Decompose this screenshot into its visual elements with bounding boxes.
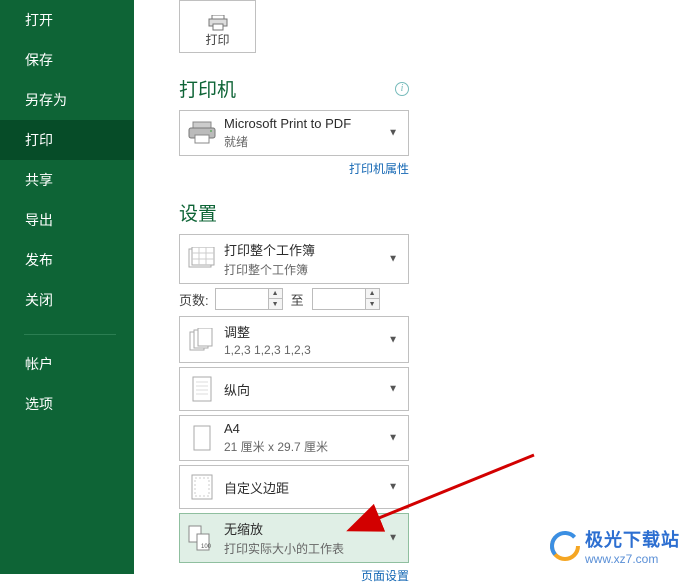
collation-dropdown[interactable]: 调整 1,2,3 1,2,3 1,2,3 ▼ (179, 316, 409, 363)
margins-icon (186, 471, 218, 503)
scaling-dropdown[interactable]: 100 无缩放 打印实际大小的工作表 ▼ (179, 513, 409, 563)
sidebar-item-save[interactable]: 保存 (0, 40, 134, 80)
printer-properties-link[interactable]: 打印机属性 (349, 162, 409, 176)
orientation-icon (186, 373, 218, 405)
chevron-down-icon: ▼ (388, 482, 398, 493)
margins-title: 自定义边距 (224, 478, 402, 497)
svg-text:100: 100 (201, 544, 212, 550)
pages-from-spinner[interactable]: ▲▼ (215, 288, 283, 310)
scope-sub: 打印整个工作簿 (224, 261, 402, 278)
pages-row: 页数: ▲▼ 至 ▲▼ (179, 288, 409, 310)
collate-sub: 1,2,3 1,2,3 1,2,3 (224, 343, 402, 357)
scope-title: 打印整个工作簿 (224, 240, 402, 259)
sidebar-item-account[interactable]: 帐户 (0, 344, 134, 384)
pages-to-input[interactable] (313, 289, 365, 309)
orientation-dropdown[interactable]: 纵向 ▼ (179, 367, 409, 411)
print-scope-icon (186, 243, 218, 275)
chevron-down-icon: ▼ (388, 533, 398, 544)
sidebar-item-share[interactable]: 共享 (0, 160, 134, 200)
printer-icon (207, 15, 229, 31)
paper-icon (186, 422, 218, 454)
printer-device-icon (186, 117, 218, 149)
info-icon[interactable]: i (395, 82, 409, 96)
print-panel: 打印 打印机 i Microsoft Print to PDF 就绪 ▼ 打印机… (134, 0, 684, 574)
pages-label: 页数: (179, 290, 209, 309)
backstage-sidebar: 打开 保存 另存为 打印 共享 导出 发布 关闭 帐户 选项 (0, 0, 134, 574)
sidebar-divider (24, 334, 116, 335)
paper-sub: 21 厘米 x 29.7 厘米 (224, 438, 402, 455)
print-button[interactable]: 打印 (179, 0, 256, 53)
spin-down-icon[interactable]: ▼ (365, 299, 379, 309)
spin-up-icon[interactable]: ▲ (268, 289, 282, 299)
scaling-sub: 打印实际大小的工作表 (224, 540, 402, 557)
watermark-name: 极光下载站 (585, 526, 680, 552)
paper-dropdown[interactable]: A4 21 厘米 x 29.7 厘米 ▼ (179, 415, 409, 461)
watermark-logo-icon (549, 530, 581, 562)
pages-to-spinner[interactable]: ▲▼ (312, 288, 380, 310)
printer-dropdown[interactable]: Microsoft Print to PDF 就绪 ▼ (179, 110, 409, 156)
chevron-down-icon: ▼ (388, 128, 398, 139)
section-title-printer: 打印机 (179, 75, 236, 102)
printer-status: 就绪 (224, 133, 402, 150)
chevron-down-icon: ▼ (388, 433, 398, 444)
spin-down-icon[interactable]: ▼ (268, 299, 282, 309)
collate-title: 调整 (224, 322, 402, 341)
chevron-down-icon: ▼ (388, 254, 398, 265)
watermark: 极光下载站 www.xz7.com (549, 526, 680, 566)
section-title-settings: 设置 (179, 199, 217, 226)
sidebar-item-print[interactable]: 打印 (0, 120, 134, 160)
sidebar-item-publish[interactable]: 发布 (0, 240, 134, 280)
print-scope-dropdown[interactable]: 打印整个工作簿 打印整个工作簿 ▼ (179, 234, 409, 284)
margins-dropdown[interactable]: 自定义边距 ▼ (179, 465, 409, 509)
scaling-icon: 100 (186, 522, 218, 554)
sidebar-item-close[interactable]: 关闭 (0, 280, 134, 320)
watermark-url: www.xz7.com (585, 552, 680, 566)
pages-from-input[interactable] (216, 289, 268, 309)
sidebar-item-open[interactable]: 打开 (0, 0, 134, 40)
print-button-label: 打印 (205, 31, 229, 48)
paper-title: A4 (224, 421, 402, 436)
scaling-title: 无缩放 (224, 519, 402, 538)
spin-up-icon[interactable]: ▲ (365, 289, 379, 299)
sidebar-item-options[interactable]: 选项 (0, 384, 134, 424)
orientation-title: 纵向 (224, 380, 402, 399)
page-setup-link[interactable]: 页面设置 (361, 569, 409, 583)
sidebar-item-export[interactable]: 导出 (0, 200, 134, 240)
sidebar-item-saveas[interactable]: 另存为 (0, 80, 134, 120)
chevron-down-icon: ▼ (388, 384, 398, 395)
pages-to-label: 至 (291, 290, 304, 309)
chevron-down-icon: ▼ (388, 334, 398, 345)
printer-name: Microsoft Print to PDF (224, 116, 402, 131)
collation-icon (186, 324, 218, 356)
